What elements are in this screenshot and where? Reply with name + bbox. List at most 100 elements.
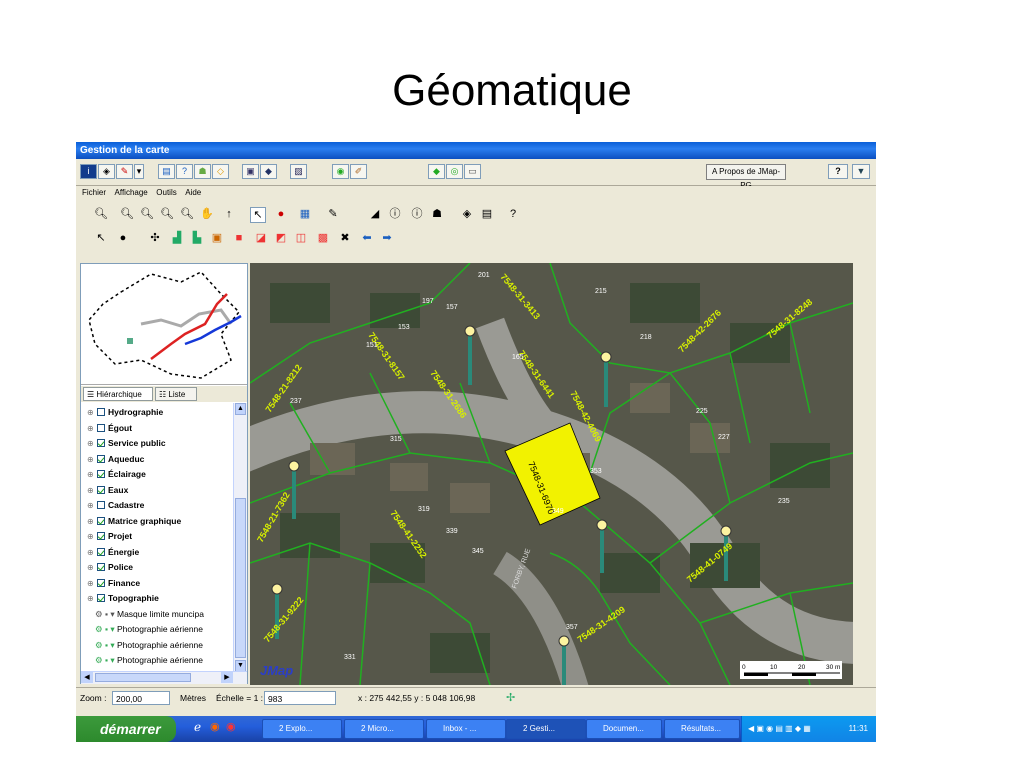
menu-tools[interactable]: Outils — [156, 186, 176, 199]
task-microsoft[interactable]: 2 Micro... — [344, 719, 424, 739]
scroll-thumb[interactable] — [235, 498, 246, 658]
tab-liste[interactable]: ☷ Liste — [155, 387, 197, 401]
back-arrow-icon[interactable]: ⬅ — [360, 231, 374, 245]
info-box-icon[interactable]: ⓘ — [410, 207, 424, 221]
task-gestion[interactable]: 2 Gesti... — [506, 719, 586, 739]
layer-checkbox[interactable] — [97, 547, 105, 556]
highlight-icon[interactable]: ◇ — [212, 164, 229, 179]
polygon-select-icon[interactable]: ■ — [232, 231, 246, 245]
layer-item[interactable]: ⊕ Énergie — [87, 545, 139, 559]
identify-icon[interactable]: ● — [274, 207, 288, 221]
sublayer-item[interactable]: ⚙ ▪ ▾ Masque limite muncipa — [95, 607, 204, 621]
layer-item[interactable]: ⊕ Projet — [87, 529, 132, 543]
layer-checkbox[interactable] — [97, 516, 105, 525]
printer-icon[interactable]: ▤ — [480, 207, 494, 221]
network-icon[interactable]: ✣ — [148, 231, 162, 245]
expand-icon[interactable]: ⊕ — [87, 499, 95, 513]
expand-icon[interactable]: ⊕ — [87, 577, 95, 591]
point-icon[interactable]: ● — [116, 231, 130, 245]
layer-checkbox[interactable] — [97, 501, 105, 509]
about-button[interactable]: A Propos de JMap-PG — [706, 164, 786, 190]
layer-checkbox[interactable] — [97, 439, 105, 447]
layer-item[interactable]: ⊕ Égout — [87, 421, 132, 435]
help-circle-icon[interactable]: ? — [176, 164, 193, 179]
binoculars-icon[interactable]: ☗ — [194, 164, 211, 179]
measure-icon[interactable]: ▦ — [298, 207, 312, 221]
layer-checkbox[interactable] — [97, 578, 105, 587]
info-circle-icon[interactable]: ⓘ — [388, 207, 402, 221]
start-button[interactable]: démarrer — [76, 716, 176, 742]
layer-item[interactable]: ⊕ Police — [87, 560, 133, 574]
layer-checkbox[interactable] — [97, 594, 105, 602]
clip-icon[interactable]: ▩ — [316, 231, 330, 245]
layer-item[interactable]: ⊕ Éclairage — [87, 467, 146, 481]
task-document[interactable]: Documen... — [586, 719, 662, 739]
layer-item[interactable]: ⊕ Finance — [87, 576, 140, 590]
map-view[interactable]: 7548-31-6970 7548-31-8157 7548-42-4069 754… — [250, 263, 853, 685]
zoom-input[interactable]: 200,00 — [112, 691, 170, 705]
forward-arrow-icon[interactable]: ➡ — [380, 231, 394, 245]
expand-icon[interactable]: ⊕ — [87, 468, 95, 482]
dropdown-button[interactable]: ▼ — [852, 164, 870, 179]
select-pointer-icon[interactable]: ↖ — [250, 207, 266, 223]
layer-style-icon[interactable]: ◈ — [460, 207, 474, 221]
eraser-icon[interactable]: ✎ — [116, 164, 133, 179]
edit-icon[interactable]: ✐ — [350, 164, 367, 179]
layer-item[interactable]: ⊕ Aqueduc — [87, 452, 144, 466]
sublayer-item[interactable]: ⚙ ▪ ▾ Photographie aérienne — [95, 622, 203, 636]
task-explorer[interactable]: 2 Explo... — [262, 719, 342, 739]
menu-help[interactable]: Aide — [185, 186, 201, 199]
tray-icons[interactable]: ◀ ▣ ◉ ▤ ▥ ◆ ▦ — [748, 724, 811, 733]
layer-item[interactable]: ⊕ Service public — [87, 436, 166, 450]
sketch-icon[interactable]: ▙ — [190, 231, 204, 245]
union-icon[interactable]: ◪ — [254, 231, 268, 245]
sublayer-icons[interactable]: ⚙ ▪ ▾ — [95, 655, 117, 665]
diamond-icon[interactable]: ◆ — [428, 164, 445, 179]
scroll-right-icon[interactable]: ▶ — [221, 672, 233, 683]
outlook-quicklaunch-icon[interactable]: ◉ — [210, 720, 220, 733]
layer-checkbox[interactable] — [97, 408, 105, 416]
expand-icon[interactable]: ⊕ — [87, 546, 95, 560]
zoom-next-icon[interactable]: 🔍︎ — [160, 207, 174, 221]
layer-checkbox[interactable] — [97, 563, 105, 571]
expand-icon[interactable]: ⊕ — [87, 422, 95, 436]
layers-icon[interactable]: ◈ — [98, 164, 115, 179]
table-icon[interactable]: ▤ — [158, 164, 175, 179]
layer-item[interactable]: ⊕ Topographie — [87, 591, 159, 605]
ruler-icon[interactable]: ◢ — [368, 207, 382, 221]
help-button[interactable]: ? — [828, 164, 848, 179]
menu-view[interactable]: Affichage — [115, 186, 148, 199]
tab-hierarchique[interactable]: ☰ Hiérarchique — [83, 387, 153, 401]
difference-icon[interactable]: ◫ — [294, 231, 308, 245]
media-quicklaunch-icon[interactable]: ◉ — [226, 720, 236, 733]
expand-icon[interactable]: ⊕ — [87, 406, 95, 420]
chevron-down-icon[interactable]: ▾ — [134, 164, 144, 179]
window-icon[interactable]: ▭ — [464, 164, 481, 179]
layer-item[interactable]: ⊕ Eaux — [87, 483, 128, 497]
task-inbox[interactable]: Inbox - ... — [426, 719, 506, 739]
panel-vertical-scrollbar[interactable]: ▲ ▼ — [233, 403, 247, 673]
north-arrow-icon[interactable]: ↑ — [222, 207, 236, 221]
layer-item[interactable]: ⊕ Cadastre — [87, 498, 144, 512]
layer-checkbox[interactable] — [97, 423, 105, 432]
layer-checkbox[interactable] — [97, 454, 105, 463]
pan-hand-icon[interactable]: ✋ — [200, 207, 214, 221]
select-arrow-icon[interactable]: ↖ — [94, 231, 108, 245]
question-icon[interactable]: ? — [506, 207, 520, 221]
sublayer-item[interactable]: ⚙ ▪ ▾ Photographie aérienne — [95, 653, 203, 667]
expand-icon[interactable]: ⊕ — [87, 530, 95, 544]
layer-item[interactable]: ⊕ Hydrographie — [87, 405, 163, 419]
scroll-up-icon[interactable]: ▲ — [235, 403, 246, 415]
map-canvas[interactable]: 7548-31-6970 7548-31-81577548-42-4069754… — [250, 263, 853, 685]
layer-checkbox[interactable] — [97, 532, 105, 540]
stack-icon[interactable]: ◆ — [260, 164, 277, 179]
print-icon[interactable]: ▣ — [242, 164, 259, 179]
intersect-icon[interactable]: ◩ — [274, 231, 288, 245]
draw-icon[interactable]: ✎ — [326, 207, 340, 221]
h-scroll-thumb[interactable] — [95, 673, 191, 682]
ie-quicklaunch-icon[interactable]: ℯ — [194, 720, 201, 734]
zoom-previous-icon[interactable]: 🔍︎ — [140, 207, 154, 221]
layer-checkbox[interactable] — [97, 470, 105, 478]
expand-icon[interactable]: ⊕ — [87, 592, 95, 606]
gps-icon[interactable]: ✢ — [506, 691, 515, 705]
